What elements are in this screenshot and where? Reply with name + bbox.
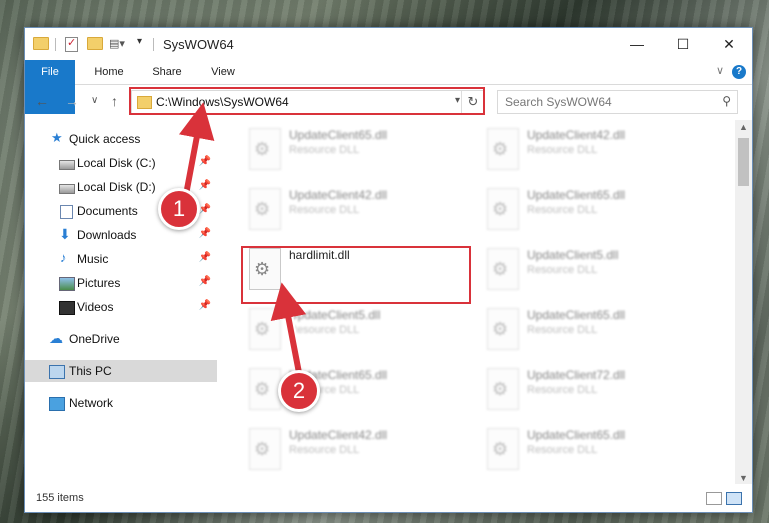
annotation-arrows	[178, 102, 307, 383]
step-2-badge: 2	[278, 370, 320, 412]
arrow-2	[270, 282, 307, 381]
arrow-1	[178, 102, 215, 203]
step-1-badge: 1	[158, 188, 200, 230]
